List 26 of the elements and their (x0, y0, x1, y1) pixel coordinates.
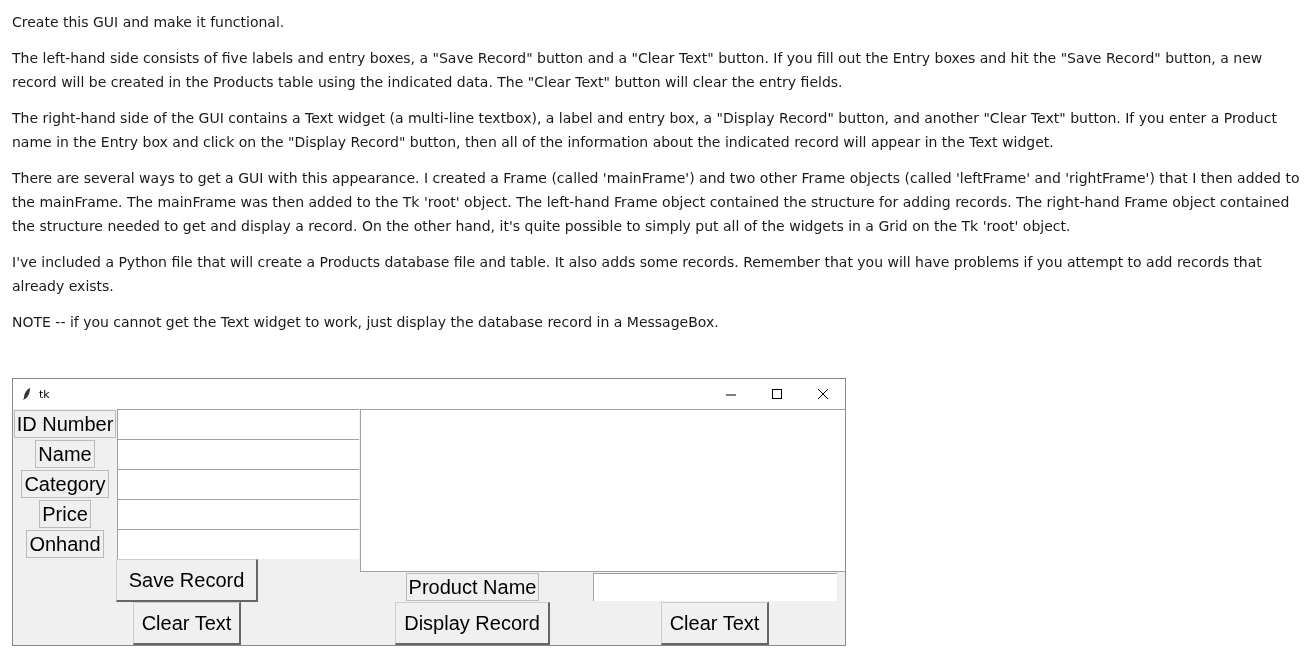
entry-field[interactable] (117, 409, 359, 439)
clear-text-button[interactable]: Clear Text (660, 602, 770, 645)
instruction-paragraph: The left-hand side consists of five labels and entry boxes, a "Save Record" button and a "Clear Text" button. If you fill out the Entry boxes and hit the "Save Record" button, a new record will be created in the Products table using the indicated data. The "Clear Text" button will clear the entry fields. (12, 49, 1264, 92)
entry-field[interactable] (117, 439, 359, 469)
field-label: ID Number (13, 410, 117, 438)
instruction-paragraph: Create this GUI and make it functional. (12, 13, 286, 32)
close-icon[interactable] (817, 388, 829, 400)
save-record-button[interactable]: Save Record (116, 559, 258, 602)
instruction-paragraph: There are several ways to get a GUI with this appearance. I created a Frame (called 'mainFrame') and two other Frame objects (called 'leftFrame' and 'rightFrame') that I then added to the mainFrame. The mainFrame was then added to the Tk 'root' object. The left-hand Frame object contained the structure for adding records. The right-hand Frame object contained the structure needed to get and display a record. On the other hand, it's quite possible to simply put all of the widgets in a Grid on the Tk 'root' object. (12, 169, 1301, 236)
display-record-button[interactable]: Display Record (395, 602, 550, 645)
window-title: tk (39, 387, 50, 401)
instruction-paragraph: NOTE -- if you cannot get the Text widget to work, just display the database record in a MessageBox. (12, 313, 720, 332)
field-label: Category (21, 470, 109, 498)
entry-field[interactable] (117, 469, 359, 499)
instruction-paragraph: The right-hand side of the GUI contains a Text widget (a multi-line textbox), a label and entry box, a "Display Record" button, and another "Clear Text" button. If you enter a Product name in the Entry box and click on the "Display Record" button, then all of the information about the indicated record will appear in the Text widget. (12, 109, 1278, 152)
maximize-icon[interactable] (771, 388, 783, 400)
field-label: Onhand (26, 530, 104, 558)
clear-text-button[interactable]: Clear Text (132, 602, 242, 645)
entry-field[interactable] (593, 573, 837, 601)
instruction-paragraph: I've included a Python file that will create a Products database file and table. It also adds some records. Remember that you will have problems if you attempt to add records that already exists. (12, 253, 1263, 296)
field-label: Product Name (405, 573, 540, 601)
field-label: Price (39, 500, 91, 528)
feather-icon (23, 388, 31, 400)
field-label: Name (35, 440, 95, 468)
entry-field[interactable] (117, 529, 359, 559)
entry-field[interactable] (117, 499, 359, 529)
